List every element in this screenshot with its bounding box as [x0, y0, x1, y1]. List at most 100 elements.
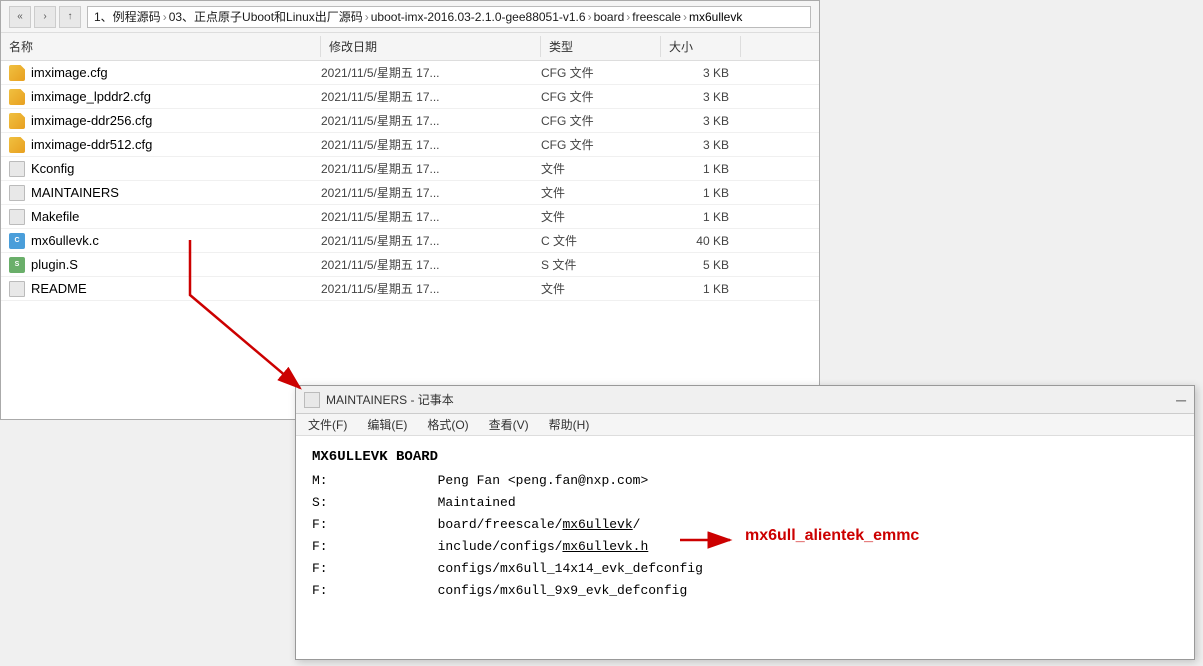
file-size-cell: 3 KB: [661, 66, 741, 80]
notepad-title: MAINTAINERS - 记事本: [326, 391, 454, 408]
breadcrumb-item-3[interactable]: uboot-imx-2016.03-2.1.0-gee88051-v1.6: [371, 10, 586, 24]
file-date-cell: 2021/11/5/星期五 17...: [321, 160, 541, 177]
up-button[interactable]: ↑: [59, 6, 81, 28]
file-list: imximage.cfg 2021/11/5/星期五 17... CFG 文件 …: [1, 61, 819, 301]
menu-item[interactable]: 编辑(E): [363, 416, 411, 433]
file-date-cell: 2021/11/5/星期五 17...: [321, 208, 541, 225]
file-name: README: [31, 281, 87, 296]
file-name-cell: README: [1, 281, 321, 297]
col-header-type[interactable]: 类型: [541, 36, 661, 57]
back-button[interactable]: «: [9, 6, 31, 28]
file-type-cell: CFG 文件: [541, 136, 661, 153]
file-name: Makefile: [31, 209, 79, 224]
notepad-window: MAINTAINERS - 记事本 ─ 文件(F) 编辑(E) 格式(O) 查看(V)…: [295, 385, 1195, 660]
file-size-cell: 1 KB: [661, 282, 741, 296]
file-type-cell: CFG 文件: [541, 64, 661, 81]
col-header-size[interactable]: 大小: [661, 36, 741, 57]
table-row[interactable]: imximage-ddr256.cfg 2021/11/5/星期五 17... …: [1, 109, 819, 133]
file-size-cell: 3 KB: [661, 138, 741, 152]
table-row[interactable]: MAINTAINERS 2021/11/5/星期五 17... 文件 1 KB: [1, 181, 819, 205]
file-name-cell: MAINTAINERS: [1, 185, 321, 201]
breadcrumb-item-5[interactable]: freescale: [632, 10, 681, 24]
file-size-cell: 3 KB: [661, 114, 741, 128]
label-f4: F:: [312, 580, 342, 602]
label-s: S:: [312, 492, 342, 514]
file-date-cell: 2021/11/5/星期五 17...: [321, 232, 541, 249]
notepad-title-area: MAINTAINERS - 记事本: [304, 391, 454, 408]
file-size-cell: 3 KB: [661, 90, 741, 104]
column-headers: 名称 修改日期 类型 大小: [1, 33, 819, 61]
file-size-cell: 1 KB: [661, 186, 741, 200]
table-row[interactable]: imximage_lpddr2.cfg 2021/11/5/星期五 17... …: [1, 85, 819, 109]
notepad-titlebar: MAINTAINERS - 记事本 ─: [296, 386, 1194, 414]
table-row[interactable]: S plugin.S 2021/11/5/星期五 17... S 文件 5 KB: [1, 253, 819, 277]
breadcrumb: 1、例程源码 › 03、正点原子Uboot和Linux出厂源码 › uboot-…: [87, 6, 811, 28]
table-row[interactable]: C mx6ullevk.c 2021/11/5/星期五 17... C 文件 4…: [1, 229, 819, 253]
table-row[interactable]: imximage-ddr512.cfg 2021/11/5/星期五 17... …: [1, 133, 819, 157]
file-type-cell: 文件: [541, 184, 661, 201]
table-row[interactable]: README 2021/11/5/星期五 17... 文件 1 KB: [1, 277, 819, 301]
breadcrumb-item-2[interactable]: 03、正点原子Uboot和Linux出厂源码: [169, 8, 363, 25]
menu-item[interactable]: 文件(F): [304, 416, 351, 433]
notepad-content: MX6ULLEVK BOARD M: Peng Fan <peng.fan@nx…: [296, 436, 1194, 612]
menu-item[interactable]: 帮助(H): [545, 416, 594, 433]
file-name: imximage.cfg: [31, 65, 108, 80]
table-row[interactable]: Kconfig 2021/11/5/星期五 17... 文件 1 KB: [1, 157, 819, 181]
label-f1: F:: [312, 514, 342, 536]
col-header-date[interactable]: 修改日期: [321, 36, 541, 57]
value-f2-prefix: include/configs/: [438, 539, 563, 554]
content-line-m: M: Peng Fan <peng.fan@nxp.com>: [312, 470, 1178, 492]
minimize-button[interactable]: ─: [1176, 392, 1186, 408]
content-line-f2: F: include/configs/mx6ullevk.h: [312, 536, 1178, 558]
menu-item[interactable]: 查看(V): [485, 416, 533, 433]
value-s: Maintained: [438, 495, 516, 510]
cfg-file-icon: [9, 65, 25, 81]
c-file-icon: C: [9, 233, 25, 249]
nav-buttons: « › ↑: [9, 6, 81, 28]
notepad-file-icon: [304, 392, 320, 408]
label-f2: F:: [312, 536, 342, 558]
file-name-cell: S plugin.S: [1, 257, 321, 273]
content-line-f3: F: configs/mx6ull_14x14_evk_defconfig: [312, 558, 1178, 580]
file-name-cell: imximage_lpddr2.cfg: [1, 89, 321, 105]
breadcrumb-item-1[interactable]: 1、例程源码: [94, 8, 161, 25]
file-type-cell: 文件: [541, 208, 661, 225]
label-f3: F:: [312, 558, 342, 580]
plain-file-icon: [9, 161, 25, 177]
table-row[interactable]: imximage.cfg 2021/11/5/星期五 17... CFG 文件 …: [1, 61, 819, 85]
explorer-window: « › ↑ 1、例程源码 › 03、正点原子Uboot和Linux出厂源码 › …: [0, 0, 820, 420]
file-date-cell: 2021/11/5/星期五 17...: [321, 184, 541, 201]
value-f1-underline: mx6ullevk: [562, 517, 632, 532]
file-type-cell: C 文件: [541, 232, 661, 249]
forward-button[interactable]: ›: [34, 6, 56, 28]
file-type-cell: 文件: [541, 160, 661, 177]
value-f1-suffix: /: [633, 517, 641, 532]
file-name-cell: C mx6ullevk.c: [1, 233, 321, 249]
file-name: MAINTAINERS: [31, 185, 119, 200]
content-line-s: S: Maintained: [312, 492, 1178, 514]
plain-file-icon: [9, 209, 25, 225]
menu-item[interactable]: 格式(O): [423, 416, 472, 433]
file-name: Kconfig: [31, 161, 74, 176]
file-type-cell: 文件: [541, 280, 661, 297]
notepad-menubar: 文件(F) 编辑(E) 格式(O) 查看(V) 帮助(H): [296, 414, 1194, 436]
file-date-cell: 2021/11/5/星期五 17...: [321, 64, 541, 81]
breadcrumb-item-6[interactable]: mx6ullevk: [689, 10, 742, 24]
file-size-cell: 40 KB: [661, 234, 741, 248]
col-header-name[interactable]: 名称: [1, 36, 321, 57]
plain-file-icon: [9, 281, 25, 297]
file-date-cell: 2021/11/5/星期五 17...: [321, 112, 541, 129]
table-row[interactable]: Makefile 2021/11/5/星期五 17... 文件 1 KB: [1, 205, 819, 229]
file-type-cell: CFG 文件: [541, 88, 661, 105]
value-m: Peng Fan <peng.fan@nxp.com>: [438, 473, 649, 488]
file-name-cell: Kconfig: [1, 161, 321, 177]
content-line-f1: F: board/freescale/mx6ullevk/: [312, 514, 1178, 536]
cfg-file-icon: [9, 113, 25, 129]
cfg-file-icon: [9, 89, 25, 105]
file-name: imximage_lpddr2.cfg: [31, 89, 151, 104]
file-size-cell: 5 KB: [661, 258, 741, 272]
breadcrumb-item-4[interactable]: board: [594, 10, 625, 24]
value-f4: configs/mx6ull_9x9_evk_defconfig: [438, 583, 688, 598]
file-name: mx6ullevk.c: [31, 233, 99, 248]
content-line-f4: F: configs/mx6ull_9x9_evk_defconfig: [312, 580, 1178, 602]
